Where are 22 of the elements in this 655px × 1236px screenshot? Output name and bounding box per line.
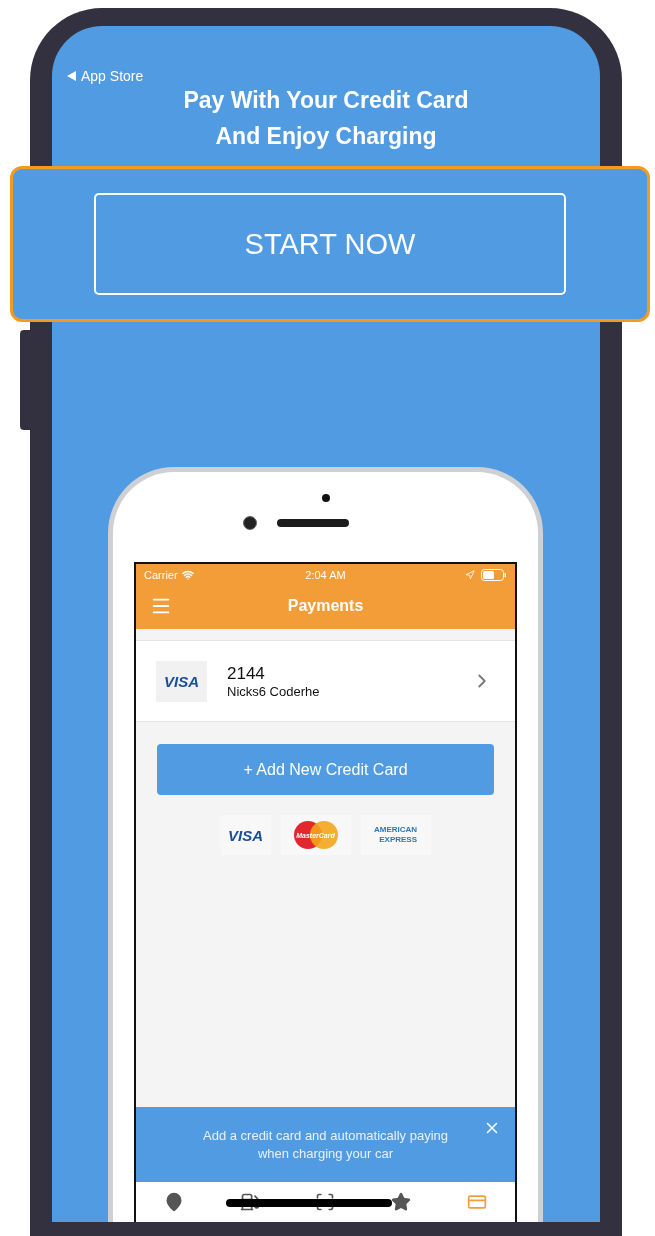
screen-title: Payments xyxy=(286,597,365,615)
amex-logo: AMERICAN EXPRESS xyxy=(373,825,418,845)
carrier-label: Carrier xyxy=(144,569,178,581)
battery-icon xyxy=(481,569,507,581)
speaker-icon xyxy=(276,519,349,527)
start-now-button[interactable]: START NOW xyxy=(94,193,566,295)
visa-logo: VISA xyxy=(228,826,263,844)
mastercard-logo-icon xyxy=(292,820,339,850)
card-number: 2144 xyxy=(227,663,266,684)
sensor-icon xyxy=(321,494,330,502)
back-triangle-icon xyxy=(67,71,76,81)
add-card-button[interactable]: + Add New Credit Card xyxy=(157,744,494,795)
headline: Pay With Your Credit Card And Enjoy Charging xyxy=(182,86,470,151)
clock: 2:04 AM xyxy=(305,569,346,581)
saved-card-row[interactable]: VISA 2144 Nicks6 Coderhe xyxy=(136,640,515,722)
banner-text: Add a credit card and automatically paying when charging your car xyxy=(203,1126,448,1163)
location-arrow-icon xyxy=(465,570,475,580)
card-holder: Nicks6 Coderhe xyxy=(227,683,321,699)
back-link[interactable]: App Store xyxy=(81,68,144,84)
visa-logo: VISA xyxy=(156,660,207,702)
wifi-icon xyxy=(181,569,194,581)
camera-icon xyxy=(242,516,257,530)
